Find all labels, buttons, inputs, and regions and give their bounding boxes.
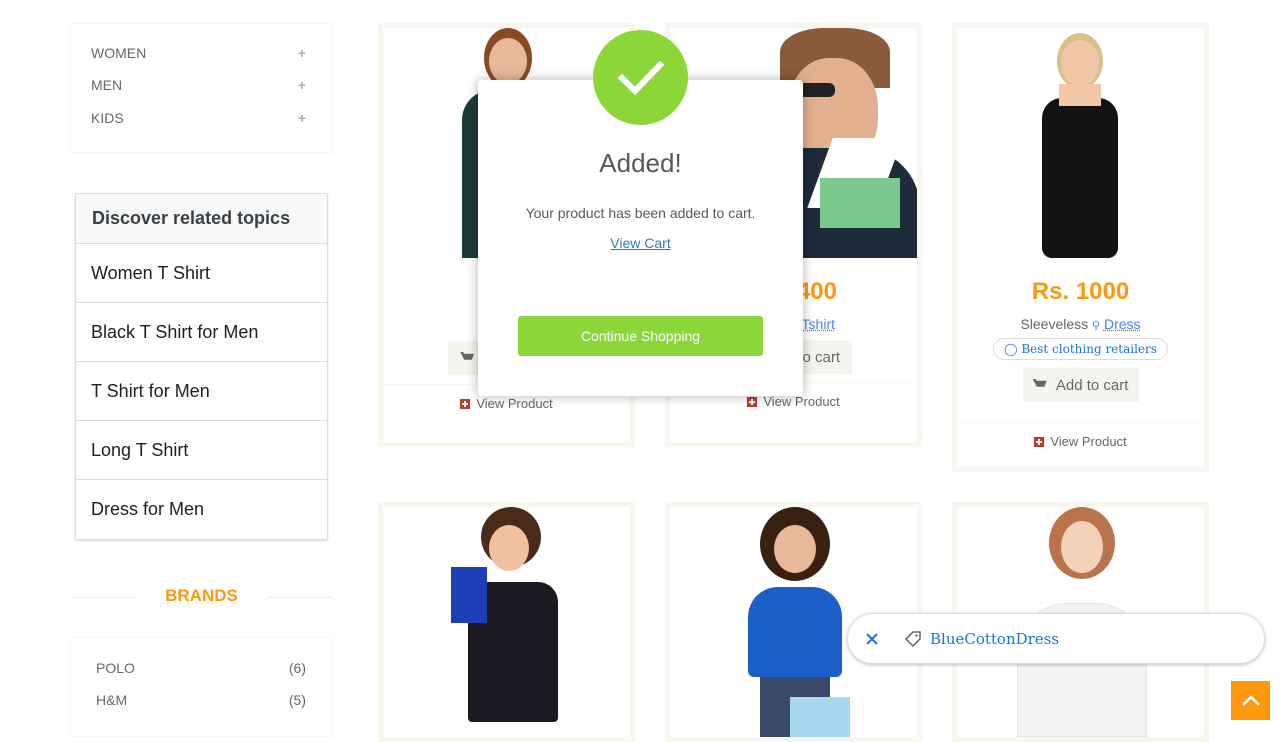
product-name-link[interactable]: Tshirt	[802, 316, 835, 332]
view-product-link[interactable]: View Product	[957, 422, 1204, 460]
related-topics-box: Discover related topics Women T Shirt Bl…	[75, 193, 328, 540]
brands-panel: POLO (6) H&M (5)	[70, 637, 333, 737]
plus-square-icon	[747, 396, 758, 407]
scroll-up-button[interactable]	[1231, 681, 1270, 720]
view-product-label: View Product	[763, 394, 840, 409]
add-to-cart-label: o cart	[802, 348, 840, 366]
product-name-prefix: Sleeveless	[1020, 316, 1089, 332]
cart-icon	[460, 351, 474, 360]
brands-title: BRANDS	[165, 586, 238, 605]
cart-icon	[1032, 378, 1047, 387]
brand-count: (5)	[288, 692, 306, 708]
plus-square-icon	[460, 398, 471, 409]
added-to-cart-modal: Added! Your product has been added to ca…	[478, 80, 803, 396]
category-label: KIDS	[91, 110, 124, 126]
related-topics-title: Discover related topics	[76, 194, 327, 244]
view-product-label: View Product	[476, 396, 553, 411]
brands-heading: BRANDS	[70, 586, 333, 608]
tag-icon	[904, 630, 922, 648]
topic-link[interactable]: Black T Shirt for Men	[76, 303, 327, 362]
topic-link[interactable]: Long T Shirt	[76, 421, 327, 480]
product-image[interactable]	[383, 507, 630, 737]
search-icon: ⚲	[1092, 320, 1101, 332]
category-label: MEN	[91, 77, 123, 93]
brand-item[interactable]: H&M (5)	[96, 692, 306, 710]
brand-count: (6)	[288, 660, 306, 676]
product-price: Rs. 1000	[1031, 278, 1130, 305]
brand-name: POLO	[96, 660, 135, 676]
topic-link[interactable]: T Shirt for Men	[76, 362, 327, 421]
best-retailers-chip[interactable]: ◯ Best clothing retailers	[993, 338, 1168, 360]
add-to-cart-button[interactable]: Add to cart	[1022, 368, 1139, 402]
close-icon[interactable]	[864, 631, 880, 647]
category-women[interactable]: WOMEN +	[91, 43, 306, 63]
tag-icon: ◯	[1004, 342, 1018, 356]
topic-link[interactable]: Women T Shirt	[76, 244, 327, 303]
modal-message: Your product has been added to cart.	[525, 205, 756, 221]
view-product-label: View Product	[1050, 434, 1127, 449]
view-cart-link[interactable]: View Cart	[478, 235, 803, 251]
product-image[interactable]	[957, 28, 1204, 258]
product-name: Sleeveless ⚲ Dress	[957, 316, 1204, 332]
brand-item[interactable]: POLO (6)	[96, 660, 306, 678]
product-card: Rs. 1000 Sleeveless ⚲ Dress ◯ Best cloth…	[952, 23, 1209, 472]
plus-icon: +	[297, 45, 306, 61]
product-name-link[interactable]: Dress	[1104, 316, 1141, 332]
suggestion-text[interactable]: BlueCottonDress	[930, 630, 1059, 648]
category-men[interactable]: MEN +	[91, 75, 306, 95]
plus-icon: +	[297, 77, 306, 93]
success-check-icon	[593, 30, 688, 125]
category-kids[interactable]: KIDS +	[91, 108, 306, 128]
modal-title: Added!	[599, 148, 682, 178]
product-card	[378, 502, 635, 742]
chevron-up-icon	[1241, 694, 1260, 706]
chip-label: Best clothing retailers	[1021, 342, 1157, 356]
plus-icon: +	[297, 110, 306, 126]
shopping-suggestion-bar: BlueCottonDress	[847, 613, 1265, 664]
topic-link[interactable]: Dress for Men	[76, 480, 327, 539]
category-label: WOMEN	[91, 45, 147, 61]
category-panel: WOMEN + MEN + KIDS +	[70, 23, 333, 153]
brand-name: H&M	[96, 692, 128, 708]
continue-shopping-button[interactable]: Continue Shopping	[518, 316, 763, 356]
plus-square-icon	[1034, 436, 1045, 447]
add-to-cart-label: Add to cart	[1055, 376, 1129, 394]
